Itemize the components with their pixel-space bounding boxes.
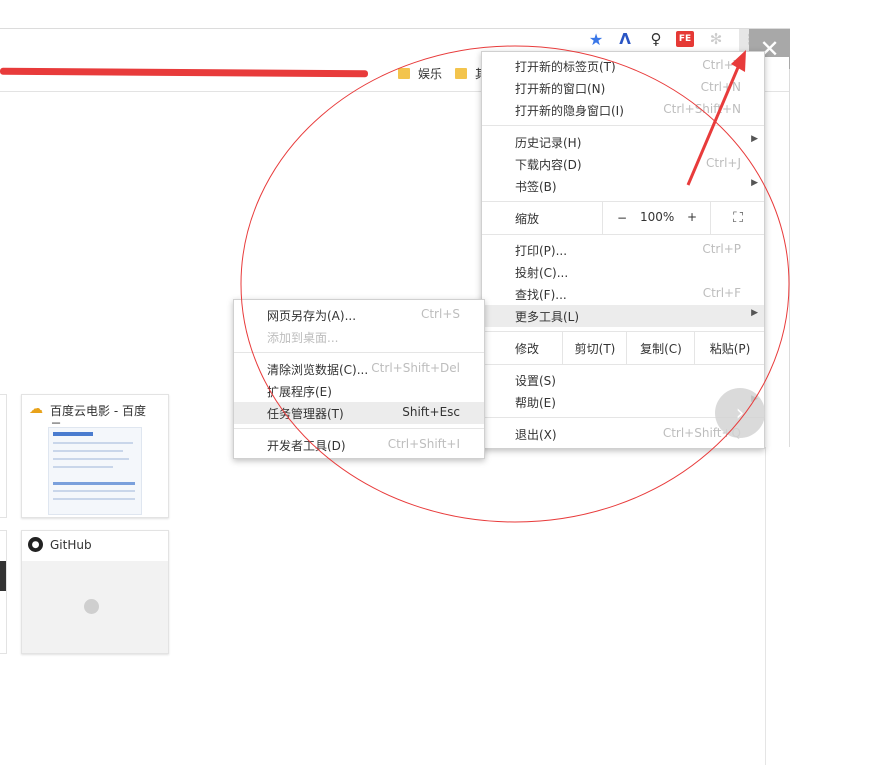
annotation-overlay xyxy=(240,45,790,523)
annotation-arrow-line xyxy=(686,57,744,186)
annotation-ellipse xyxy=(240,45,790,523)
